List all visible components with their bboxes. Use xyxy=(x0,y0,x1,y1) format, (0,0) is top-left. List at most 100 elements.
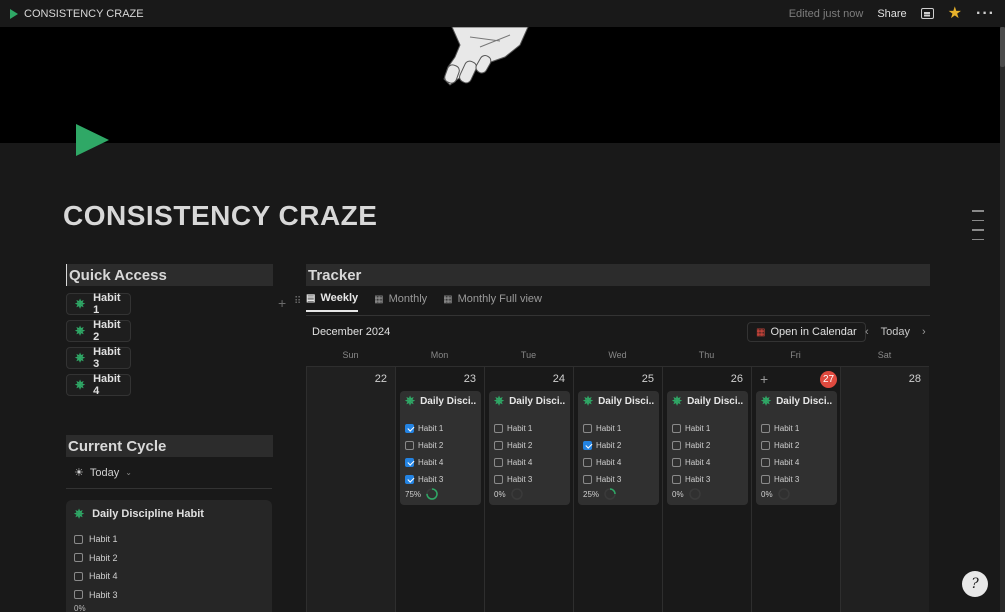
habit-card[interactable]: ✵ Daily Disci... Habit 1 Habit 2 Habit 4 Habi… xyxy=(400,391,481,505)
progress-ring xyxy=(688,488,701,500)
checkbox[interactable] xyxy=(761,441,770,450)
scrollbar-track[interactable] xyxy=(1000,27,1005,612)
breadcrumb-title: CONSISTENCY CRAZE xyxy=(24,7,144,20)
checkbox[interactable] xyxy=(583,458,592,467)
habit-label: Habit 2 xyxy=(774,441,800,450)
day-cell[interactable]: 28 xyxy=(840,366,929,612)
habit-checkbox-row[interactable]: Habit 3 xyxy=(494,471,565,488)
quick-access-item[interactable]: ✵ Habit 2 xyxy=(66,319,131,343)
habit-checkbox-row[interactable]: Habit 3 xyxy=(74,586,264,605)
checkbox[interactable] xyxy=(405,475,414,484)
help-button[interactable]: ? xyxy=(962,571,988,597)
habit-checkbox-row[interactable]: Habit 1 xyxy=(672,420,743,437)
tab-monthly[interactable]: ▦ Monthly xyxy=(374,292,427,312)
current-cycle-card[interactable]: ✵ Daily Discipline Habit Habit 1 Habit 2 … xyxy=(66,500,272,612)
breadcrumb[interactable]: CONSISTENCY CRAZE xyxy=(10,8,144,20)
quick-access-item[interactable]: ✵ Habit 1 xyxy=(66,292,131,316)
habit-checkbox-row[interactable]: Habit 1 xyxy=(583,420,654,437)
quick-access-heading[interactable]: Quick Access xyxy=(66,264,273,286)
checkbox[interactable] xyxy=(672,475,681,484)
day-cell[interactable]: 23 ✵ Daily Disci... Habit 1 Habit 2 Habit 4 Ha… xyxy=(395,366,484,612)
habit-card[interactable]: ✵ Daily Disci... Habit 1 Habit 2 Habit 4 Habi… xyxy=(667,391,748,505)
habit-checkbox-row[interactable]: Habit 1 xyxy=(761,420,832,437)
habit-checkbox-row[interactable]: Habit 4 xyxy=(405,454,476,471)
day-cell[interactable]: +27 ✵ Daily Disci... Habit 1 Habit 2 Habit 4 H… xyxy=(751,366,840,612)
quick-access-item[interactable]: ✵ Habit 3 xyxy=(66,346,131,370)
checkbox[interactable] xyxy=(494,441,503,450)
favorite-star-icon[interactable]: ★ xyxy=(948,5,962,22)
weekday-header: Sat xyxy=(877,350,892,360)
checkbox[interactable] xyxy=(761,424,770,433)
habit-card[interactable]: ✵ Daily Disci... Habit 1 Habit 2 Habit 4 Habi… xyxy=(756,391,837,505)
habit-checkbox-row[interactable]: Habit 2 xyxy=(494,437,565,454)
habit-checkbox-row[interactable]: Habit 4 xyxy=(583,454,654,471)
chevron-left-icon[interactable]: ‹ xyxy=(865,326,869,338)
checkbox[interactable] xyxy=(405,424,414,433)
checkbox[interactable] xyxy=(74,553,83,563)
habit-checkbox-row[interactable]: Habit 1 xyxy=(494,420,565,437)
chevron-right-icon[interactable]: › xyxy=(922,326,926,338)
habit-checkbox-row[interactable]: Habit 4 xyxy=(74,567,264,586)
day-cell[interactable]: 22 xyxy=(306,366,395,612)
checkbox[interactable] xyxy=(405,458,414,467)
checkbox[interactable] xyxy=(74,534,83,544)
checkbox[interactable] xyxy=(494,424,503,433)
checkbox[interactable] xyxy=(494,458,503,467)
checkbox[interactable] xyxy=(672,441,681,450)
open-in-calendar-button[interactable]: ▦ Open in Calendar xyxy=(747,322,866,342)
checkbox[interactable] xyxy=(672,424,681,433)
habit-card[interactable]: ✵ Daily Disci... Habit 1 Habit 2 Habit 4 Habi… xyxy=(578,391,659,505)
habit-label: Habit 3 xyxy=(596,475,622,484)
day-cell[interactable]: 26 ✵ Daily Disci... Habit 1 Habit 2 Habit 4 Ha… xyxy=(662,366,751,612)
checkbox[interactable] xyxy=(74,590,83,600)
comment-icon[interactable] xyxy=(920,8,934,19)
habit-checkbox-row[interactable]: Habit 2 xyxy=(405,437,476,454)
habit-card[interactable]: ✵ Daily Disci... Habit 1 Habit 2 Habit 4 Habi… xyxy=(489,391,570,505)
checkbox[interactable] xyxy=(583,424,592,433)
page-title[interactable]: CONSISTENCY CRAZE xyxy=(63,200,377,232)
checkbox[interactable] xyxy=(74,571,83,581)
habit-checkbox-row[interactable]: Habit 4 xyxy=(672,454,743,471)
tab-weekly[interactable]: ▤ Weekly xyxy=(306,292,359,312)
habit-checkbox-row[interactable]: Habit 2 xyxy=(74,549,264,568)
habit-checkbox-row[interactable]: Habit 1 xyxy=(405,420,476,437)
habit-checkbox-row[interactable]: Habit 3 xyxy=(583,471,654,488)
drag-handle-icon[interactable]: ⠿ xyxy=(294,296,301,307)
habit-checkbox-row[interactable]: Habit 2 xyxy=(761,437,832,454)
checkbox[interactable] xyxy=(405,441,414,450)
checkbox[interactable] xyxy=(494,475,503,484)
checkbox[interactable] xyxy=(761,475,770,484)
tracker-heading[interactable]: Tracker xyxy=(306,264,930,286)
more-options-icon[interactable]: ··· xyxy=(976,5,995,22)
day-number: 24 xyxy=(552,373,565,385)
day-cell[interactable]: 25 ✵ Daily Disci... Habit 1 Habit 2 Habit 4 Ha… xyxy=(573,366,662,612)
habit-checkbox-row[interactable]: Habit 3 xyxy=(672,471,743,488)
scrollbar-thumb[interactable] xyxy=(1000,27,1005,67)
day-cell[interactable]: 24 ✵ Daily Disci... Habit 1 Habit 2 Habit 4 Ha… xyxy=(484,366,573,612)
gear-icon: ✵ xyxy=(405,395,416,407)
today-filter[interactable]: ☀ Today ⌄ xyxy=(74,466,132,480)
tab-monthly-full-view[interactable]: ▦ Monthly Full view xyxy=(443,292,542,312)
habit-checkbox-row[interactable]: Habit 2 xyxy=(672,437,743,454)
checkbox[interactable] xyxy=(583,441,592,450)
habit-checkbox-row[interactable]: Habit 2 xyxy=(583,437,654,454)
habit-checkbox-row[interactable]: Habit 4 xyxy=(761,454,832,471)
current-cycle-heading[interactable]: Current Cycle xyxy=(66,435,273,457)
quick-access-item[interactable]: ✵ Habit 4 xyxy=(66,373,131,397)
checkbox[interactable] xyxy=(761,458,770,467)
page-icon[interactable] xyxy=(76,124,109,156)
add-block-icon[interactable]: + xyxy=(278,295,286,311)
progress-percent: 75% xyxy=(405,489,422,499)
checkbox[interactable] xyxy=(672,458,681,467)
share-button[interactable]: Share xyxy=(877,8,906,20)
progress-percent: 0% xyxy=(74,604,86,612)
add-event-icon[interactable]: + xyxy=(760,371,768,387)
sun-icon: ☀ xyxy=(74,467,84,479)
habit-checkbox-row[interactable]: Habit 4 xyxy=(494,454,565,471)
checkbox[interactable] xyxy=(583,475,592,484)
table-of-contents-icon[interactable] xyxy=(972,210,984,248)
habit-checkbox-row[interactable]: Habit 1 xyxy=(74,530,264,549)
today-button[interactable]: Today xyxy=(881,326,910,338)
habit-checkbox-row[interactable]: Habit 3 xyxy=(761,471,832,488)
habit-checkbox-row[interactable]: Habit 3 xyxy=(405,471,476,488)
